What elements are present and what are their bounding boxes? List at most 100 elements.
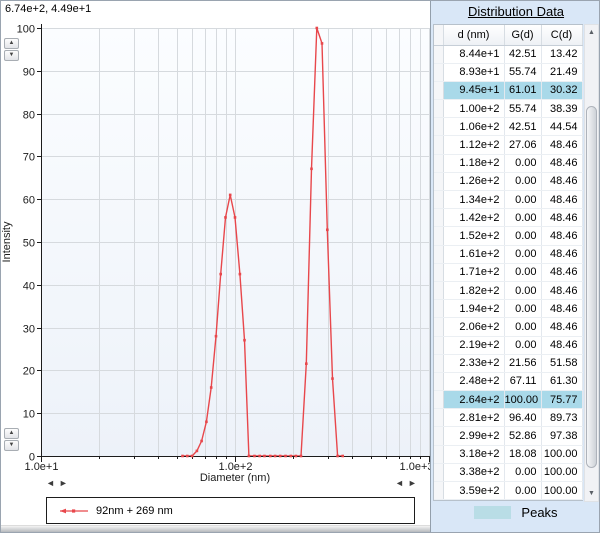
row-header — [434, 245, 443, 263]
table-row[interactable]: 1.12e+227.0648.46 — [434, 136, 582, 154]
table-cell: 1.06e+2 — [443, 118, 504, 136]
intensity-distribution-chart[interactable]: Diameter (nm) Intensity 0102030405060708… — [1, 1, 431, 495]
table-cell: 21.49 — [541, 63, 582, 81]
chart-pane: Diameter (nm) Intensity 0102030405060708… — [1, 1, 430, 532]
scroll-right-icon[interactable]: ► — [59, 478, 72, 488]
table-cell: 0.00 — [504, 209, 541, 227]
data-point — [300, 455, 303, 458]
distribution-data-title: Distribution Data — [431, 4, 600, 19]
table-cell: 96.40 — [504, 409, 541, 427]
table-row[interactable]: 2.81e+296.4089.73 — [434, 409, 582, 427]
table-cell: 100.00 — [541, 463, 582, 481]
table-row[interactable]: 1.34e+20.0048.46 — [434, 191, 582, 209]
scroll-left-icon[interactable]: ◄ — [395, 478, 408, 488]
x-axis-title: Diameter (nm) — [200, 472, 270, 484]
table-cell: 52.86 — [504, 427, 541, 445]
data-point — [290, 455, 293, 458]
table-row[interactable]: 1.94e+20.0048.46 — [434, 300, 582, 318]
row-header — [434, 482, 443, 500]
row-header — [434, 463, 443, 481]
table-cell: 38.39 — [541, 100, 582, 118]
column-header-gd[interactable]: G(d) — [504, 25, 541, 45]
spin-up-button[interactable]: ▲ — [4, 428, 19, 439]
table-row[interactable]: 1.00e+255.7438.39 — [434, 100, 582, 118]
table-row[interactable]: 8.44e+142.5113.42 — [434, 45, 582, 63]
table-cell: 27.06 — [504, 136, 541, 154]
y-tick-label: 50 — [23, 238, 35, 250]
y-axis-bottom-spinner: ▲ ▼ — [4, 428, 19, 452]
data-point — [336, 455, 339, 458]
row-header — [434, 209, 443, 227]
row-header — [434, 172, 443, 190]
data-point — [181, 455, 184, 458]
table-row[interactable]: 2.06e+20.0048.46 — [434, 318, 582, 336]
table-cell: 1.61e+2 — [443, 245, 504, 263]
spin-down-button[interactable]: ▼ — [4, 440, 19, 451]
table-row[interactable]: 1.52e+20.0048.46 — [434, 227, 582, 245]
table-row[interactable]: 2.19e+20.0048.46 — [434, 336, 582, 354]
table-cell: 48.46 — [541, 336, 582, 354]
table-cell: 3.18e+2 — [443, 445, 504, 463]
scrollbar-up-icon[interactable]: ▲ — [585, 25, 598, 40]
table-row[interactable]: 1.42e+20.0048.46 — [434, 209, 582, 227]
row-header — [434, 372, 443, 390]
table-row[interactable]: 3.18e+218.08100.00 — [434, 445, 582, 463]
table-cell: 48.46 — [541, 172, 582, 190]
table-row[interactable]: 1.18e+20.0048.46 — [434, 154, 582, 172]
table-row[interactable]: 1.71e+20.0048.46 — [434, 263, 582, 281]
table-cell: 3.38e+2 — [443, 463, 504, 481]
table-cell: 1.18e+2 — [443, 154, 504, 172]
table-cell: 89.73 — [541, 409, 582, 427]
table-row[interactable]: 2.64e+2100.0075.77 — [434, 391, 582, 409]
data-point — [196, 450, 199, 453]
column-header-cd[interactable]: C(d) — [541, 25, 582, 45]
table-row[interactable]: 2.48e+267.1161.30 — [434, 372, 582, 390]
data-point — [316, 27, 319, 30]
scrollbar-thumb[interactable] — [586, 106, 597, 468]
y-tick-label: 10 — [23, 409, 35, 421]
data-point — [229, 194, 232, 197]
scroll-left-icon[interactable]: ◄ — [46, 478, 59, 488]
table-row[interactable]: 8.93e+155.7421.49 — [434, 63, 582, 81]
row-header — [434, 118, 443, 136]
legend-item[interactable]: 92nm + 269 nm — [59, 505, 173, 517]
row-header — [434, 391, 443, 409]
table-cell: 2.48e+2 — [443, 372, 504, 390]
table-scrollbar[interactable]: ▲ ▼ — [584, 24, 599, 502]
data-point — [243, 339, 246, 342]
table-cell: 1.00e+2 — [443, 100, 504, 118]
table-cell: 1.82e+2 — [443, 281, 504, 299]
table-cell: 44.54 — [541, 118, 582, 136]
data-point — [219, 273, 222, 276]
table-cell: 1.42e+2 — [443, 209, 504, 227]
table-row[interactable]: 1.26e+20.0048.46 — [434, 172, 582, 190]
row-header — [434, 100, 443, 118]
table-row[interactable]: 9.45e+161.0130.32 — [434, 81, 582, 99]
spin-up-button[interactable]: ▲ — [4, 38, 19, 49]
table-row[interactable]: 2.99e+252.8697.38 — [434, 427, 582, 445]
table-row[interactable]: 1.61e+20.0048.46 — [434, 245, 582, 263]
chart-legend: 92nm + 269 nm — [46, 497, 415, 524]
table-row[interactable]: 1.06e+242.5144.54 — [434, 118, 582, 136]
row-header — [434, 409, 443, 427]
table-cell: 0.00 — [504, 245, 541, 263]
peak-highlight-swatch — [474, 506, 511, 519]
table-row[interactable]: 1.82e+20.0048.46 — [434, 281, 582, 299]
table-row[interactable]: 2.33e+221.5651.58 — [434, 354, 582, 372]
table-row[interactable]: 3.38e+20.00100.00 — [434, 463, 582, 481]
table-cell: 100.00 — [541, 482, 582, 500]
table-cell: 55.74 — [504, 100, 541, 118]
data-point — [210, 386, 213, 389]
row-header — [434, 227, 443, 245]
table-cell: 48.46 — [541, 318, 582, 336]
row-header — [434, 191, 443, 209]
scroll-right-icon[interactable]: ► — [408, 478, 421, 488]
x-axis-scroll-right-control: ◄► — [395, 478, 421, 488]
table-cell: 0.00 — [504, 300, 541, 318]
table-cell: 0.00 — [504, 263, 541, 281]
column-header-d[interactable]: d (nm) — [443, 25, 504, 45]
table-cell: 0.00 — [504, 172, 541, 190]
table-row[interactable]: 3.59e+20.00100.00 — [434, 482, 582, 500]
spin-down-button[interactable]: ▼ — [4, 50, 19, 61]
scrollbar-down-icon[interactable]: ▼ — [585, 486, 598, 501]
